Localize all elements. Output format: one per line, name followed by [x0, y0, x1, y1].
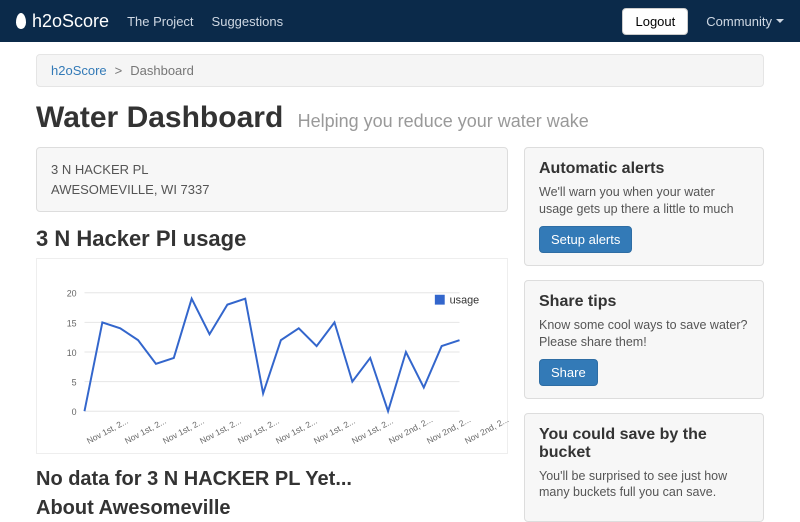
setup-alerts-button[interactable]: Setup alerts	[539, 226, 632, 253]
nav-link-project[interactable]: The Project	[127, 14, 193, 29]
main-column: 3 N HACKER PL AWESOMEVILLE, WI 7337 3 N …	[36, 147, 508, 520]
breadcrumb: h2oScore > Dashboard	[36, 54, 764, 87]
address-line1: 3 N HACKER PL	[51, 160, 493, 180]
panel-bucket-title: You could save by the bucket	[539, 426, 749, 462]
chart-xticks: Nov 1st, 2...Nov 1st, 2...Nov 1st, 2...N…	[45, 437, 499, 451]
address-panel: 3 N HACKER PL AWESOMEVILLE, WI 7337	[36, 147, 508, 212]
panel-alerts-body: We'll warn you when your water usage get…	[539, 184, 749, 218]
page-title-text: Water Dashboard	[36, 101, 283, 134]
panel-bucket-body: You'll be surprised to see just how many…	[539, 468, 749, 502]
chevron-down-icon	[776, 19, 784, 23]
legend-swatch	[435, 295, 445, 305]
panel-bucket: You could save by the bucket You'll be s…	[524, 413, 764, 522]
breadcrumb-sep: >	[115, 63, 123, 78]
ytick-10: 10	[67, 348, 77, 358]
panel-share-title: Share tips	[539, 293, 749, 311]
community-label: Community	[706, 14, 772, 29]
ytick-0: 0	[72, 407, 77, 417]
panel-share-body: Know some cool ways to save water? Pleas…	[539, 317, 749, 351]
logout-button[interactable]: Logout	[622, 8, 688, 35]
legend-label: usage	[450, 295, 480, 307]
panel-share: Share tips Know some cool ways to save w…	[524, 280, 764, 399]
side-column: Automatic alerts We'll warn you when you…	[524, 147, 764, 522]
usage-chart: 20 15 10 5 0 usage Nov 1st, 2...Nov 1st,…	[36, 258, 508, 454]
nav-link-suggestions[interactable]: Suggestions	[212, 14, 284, 29]
chart-grid	[84, 293, 459, 411]
page-subtitle: Helping you reduce your water wake	[298, 111, 589, 131]
panel-alerts-title: Automatic alerts	[539, 160, 749, 178]
address-line2: AWESOMEVILLE, WI 7337	[51, 180, 493, 200]
panel-alerts: Automatic alerts We'll warn you when you…	[524, 147, 764, 266]
usage-heading: 3 N Hacker Pl usage	[36, 226, 508, 252]
page-title: Water Dashboard Helping you reduce your …	[36, 101, 764, 135]
breadcrumb-root[interactable]: h2oScore	[51, 63, 107, 78]
ytick-5: 5	[72, 378, 77, 388]
share-button[interactable]: Share	[539, 359, 598, 386]
about-heading: About Awesomeville	[36, 497, 508, 520]
droplet-icon	[16, 13, 26, 29]
brand[interactable]: h2oScore	[16, 11, 109, 32]
ytick-15: 15	[67, 318, 77, 328]
community-dropdown[interactable]: Community	[706, 14, 784, 29]
chart-series-usage	[84, 299, 459, 412]
ytick-20: 20	[67, 289, 77, 299]
top-navbar: h2oScore The Project Suggestions Logout …	[0, 0, 800, 42]
brand-text: h2oScore	[32, 11, 109, 32]
nodata-heading: No data for 3 N HACKER PL Yet...	[36, 468, 508, 491]
usage-chart-svg: 20 15 10 5 0 usage	[45, 267, 499, 437]
breadcrumb-current: Dashboard	[130, 63, 194, 78]
